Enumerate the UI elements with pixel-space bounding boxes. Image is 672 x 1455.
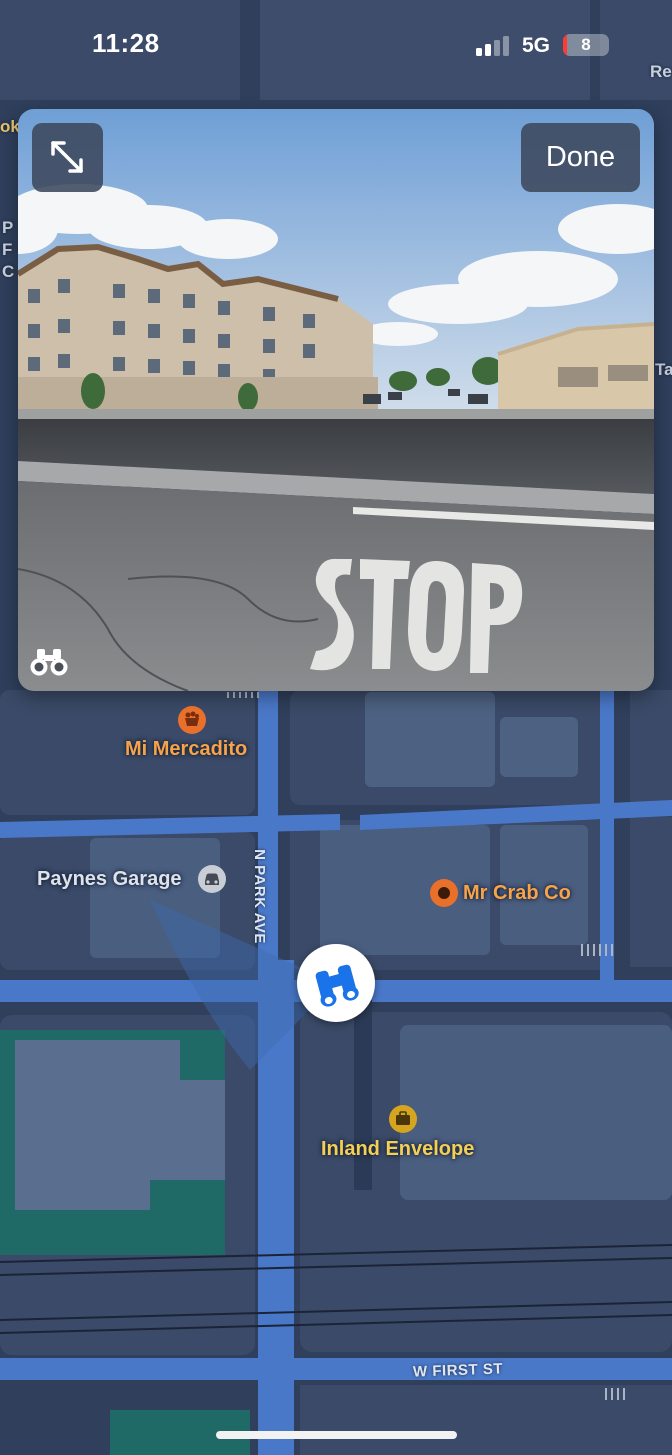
edge-label-right-top: Re bbox=[650, 62, 672, 81]
restaurant-icon[interactable] bbox=[429, 878, 459, 908]
edge-label-top-left: ok bbox=[0, 117, 20, 136]
cellular-signal-icon bbox=[476, 34, 512, 56]
street-view-image[interactable] bbox=[18, 109, 654, 691]
car-repair-icon[interactable] bbox=[197, 864, 227, 894]
poi-paynes-garage[interactable]: Paynes Garage bbox=[37, 868, 182, 891]
network-type: 5G bbox=[522, 34, 551, 57]
battery-icon: 8 bbox=[563, 34, 609, 56]
clock: 11:28 bbox=[92, 28, 160, 58]
street-label-w-first-st: W FIRST ST bbox=[412, 1360, 504, 1381]
edge-label-left-f: F bbox=[2, 240, 13, 259]
edge-label-left-p: P bbox=[2, 218, 14, 237]
binoculars-icon bbox=[315, 964, 359, 1007]
edge-label-right-mid: Ta bbox=[655, 360, 672, 379]
home-indicator[interactable] bbox=[216, 1431, 457, 1439]
done-button[interactable]: Done bbox=[521, 123, 640, 192]
look-around-preview[interactable]: Done bbox=[18, 109, 654, 691]
look-around-location-marker[interactable] bbox=[297, 944, 375, 1022]
poi-inland-envelope[interactable]: Inland Envelope bbox=[321, 1138, 474, 1161]
street-label-n-park-ave: N PARK AVE bbox=[250, 849, 268, 944]
status-bar: 11:28 5G 8 bbox=[0, 0, 672, 95]
expand-icon bbox=[51, 141, 83, 173]
briefcase-icon[interactable] bbox=[388, 1104, 418, 1134]
poi-mr-crab-co[interactable]: Mr Crab Co bbox=[463, 882, 571, 905]
binoculars-icon bbox=[30, 649, 68, 676]
poi-mi-mercadito[interactable]: Mi Mercadito bbox=[125, 738, 247, 761]
grocery-icon[interactable] bbox=[177, 705, 207, 735]
edge-label-left-c: C bbox=[2, 262, 15, 281]
battery-level: 8 bbox=[581, 35, 591, 54]
expand-button[interactable] bbox=[32, 123, 103, 192]
